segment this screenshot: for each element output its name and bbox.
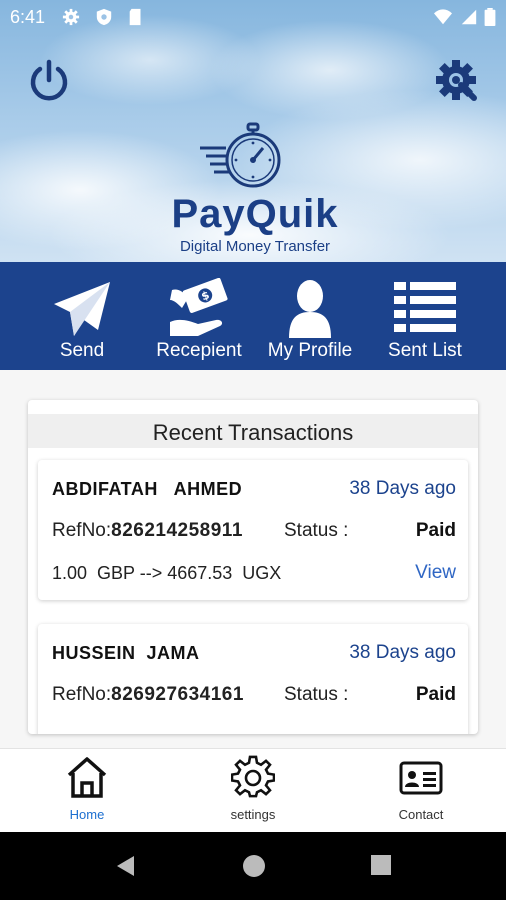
status-value: Paid <box>415 520 456 541</box>
nav-sent-list[interactable]: Sent List <box>376 262 474 370</box>
user-profile-icon <box>289 280 331 338</box>
tab-home-label: Home <box>69 807 105 822</box>
recent-transactions-title: Recent Transactions <box>28 414 478 448</box>
nav-my-profile-label: My Profile <box>267 340 353 361</box>
transaction-date: 38 Days ago <box>349 478 456 499</box>
status-value: Paid <box>415 684 456 705</box>
main-nav: Send $ Recepient My Profile Sent List <box>0 262 506 370</box>
view-link[interactable]: View <box>415 562 456 584</box>
brand-name: PayQuik <box>171 192 339 236</box>
list-icon <box>394 282 456 332</box>
sd-card-status-icon <box>129 8 141 26</box>
transaction-item[interactable]: ABDIFATAH AHMED 38 Days ago RefNo:826214… <box>38 460 468 600</box>
back-icon[interactable] <box>114 854 138 878</box>
contact-card-icon <box>399 761 443 795</box>
transfer-amount: 1.00 GBP --> 4667.53 UGX <box>52 563 282 583</box>
wifi-icon <box>434 9 452 25</box>
nav-recipient[interactable]: $ Recepient <box>150 262 248 370</box>
reference-label: RefNo: <box>52 520 112 541</box>
transaction-item[interactable]: HUSSEIN JAMA 38 Days ago RefNo:826927634… <box>38 624 468 734</box>
nav-recipient-label: Recepient <box>156 340 242 361</box>
status-label: Status : <box>284 684 349 705</box>
reference-number: RefNo:826214258911 <box>52 520 243 542</box>
tab-contact[interactable]: Contact <box>366 749 476 833</box>
reference-value: 826927634161 <box>111 684 244 705</box>
signal-icon <box>461 9 477 25</box>
status-label: Status : <box>284 520 349 541</box>
tab-home[interactable]: Home <box>32 749 142 833</box>
status-time: 6:41 <box>10 7 46 27</box>
recipient-name: ABDIFATAH AHMED <box>52 479 243 499</box>
status-bar: 6:41 <box>0 0 506 34</box>
home-icon <box>67 757 107 798</box>
tab-settings-label: settings <box>230 807 276 822</box>
nav-sent-list-label: Sent List <box>388 340 462 361</box>
system-navigation-bar <box>0 832 506 900</box>
paper-plane-icon <box>54 282 110 336</box>
nav-send[interactable]: Send <box>30 262 134 370</box>
settings-gear-icon[interactable] <box>434 58 480 104</box>
settings-status-icon <box>62 8 80 26</box>
home-circle-icon[interactable] <box>242 854 266 878</box>
money-hand-icon: $ <box>170 278 228 336</box>
power-icon[interactable] <box>26 58 72 104</box>
recipient-name: HUSSEIN JAMA <box>52 643 200 663</box>
brand-tagline: Digital Money Transfer <box>179 238 331 255</box>
shield-status-icon <box>96 8 112 26</box>
transaction-date: 38 Days ago <box>349 642 456 663</box>
recents-square-icon[interactable] <box>370 854 392 876</box>
tab-contact-label: Contact <box>398 807 444 822</box>
bottom-navigation: Home settings Contact <box>0 748 506 833</box>
nav-my-profile[interactable]: My Profile <box>262 262 358 370</box>
header-banner: 6:41 PayQuik Digital Money Transfer <box>0 0 506 262</box>
payquik-logo: PayQuik Digital Money Transfer <box>150 120 360 260</box>
gear-icon <box>231 755 275 798</box>
nav-send-label: Send <box>59 340 105 361</box>
tab-settings[interactable]: settings <box>198 749 308 833</box>
battery-icon <box>484 8 496 26</box>
recent-transactions-card[interactable]: Recent Transactions ABDIFATAH AHMED 38 D… <box>28 400 478 734</box>
stopwatch-logo-icon <box>200 122 281 188</box>
reference-number: RefNo:826927634161 <box>52 684 244 706</box>
reference-label: RefNo: <box>52 684 112 705</box>
reference-value: 826214258911 <box>111 520 243 541</box>
